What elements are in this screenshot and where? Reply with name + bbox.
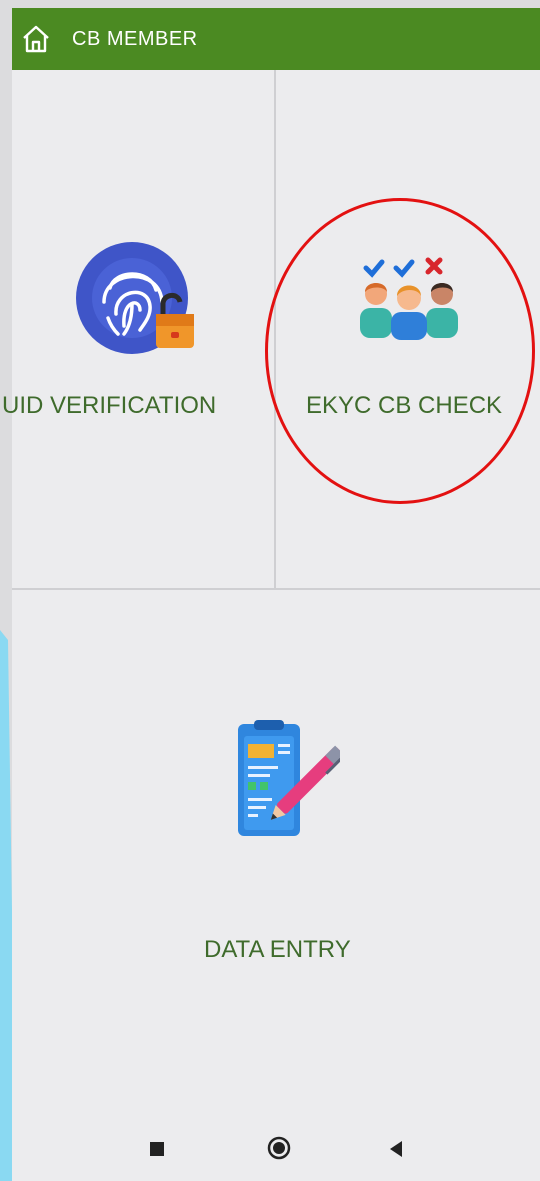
tile-data-entry[interactable]: DATA ENTRY xyxy=(12,590,540,1120)
back-icon[interactable] xyxy=(388,1140,404,1158)
page-title: CB MEMBER xyxy=(72,27,198,50)
recents-icon[interactable] xyxy=(150,1142,164,1156)
system-nav-bar xyxy=(12,1120,540,1181)
tile-label-data-entry: DATA ENTRY xyxy=(204,936,351,963)
home-icon[interactable] xyxy=(18,21,54,57)
home-circle-icon[interactable] xyxy=(267,1136,291,1160)
tile-uid-verification[interactable]: UID VERIFICATION xyxy=(2,70,274,588)
app-header: CB MEMBER xyxy=(12,8,540,70)
document-pen-icon xyxy=(238,720,340,836)
highlight-circle xyxy=(265,198,535,504)
fingerprint-lock-icon xyxy=(76,242,194,354)
tile-label-uid: UID VERIFICATION xyxy=(2,392,217,419)
